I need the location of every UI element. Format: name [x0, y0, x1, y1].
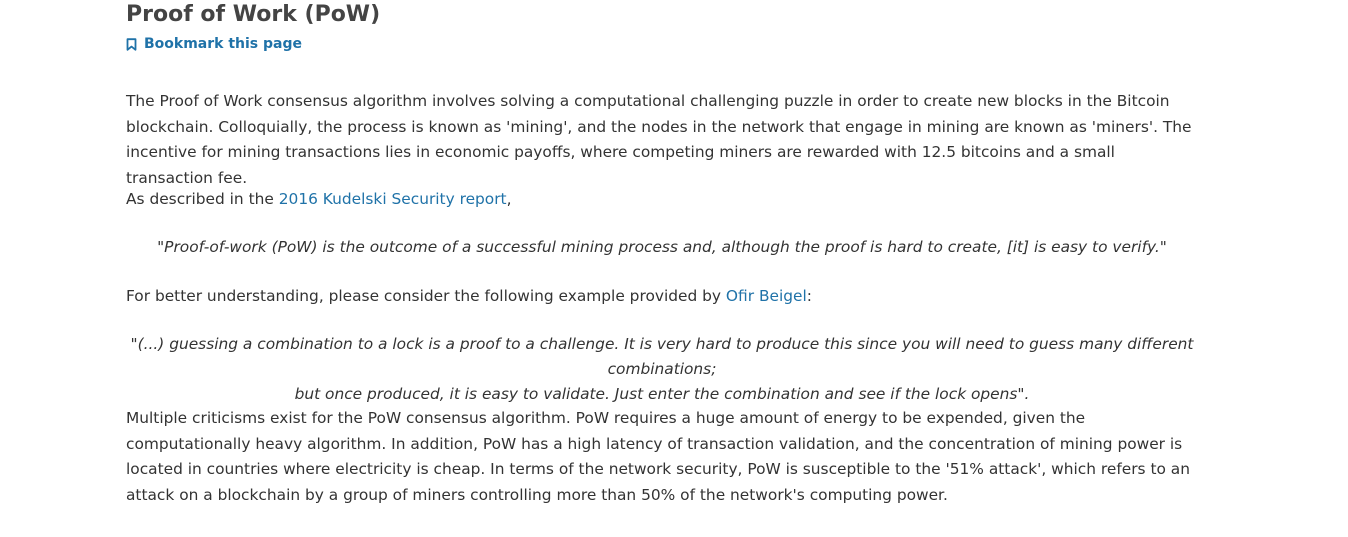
quote-beigel-line2: but once produced, it is easy to validat… [294, 385, 1030, 403]
bookmark-icon [126, 37, 137, 51]
paragraph-beigel: For better understanding, please conside… [126, 284, 1198, 310]
paragraph-beigel-after: : [806, 287, 812, 305]
paragraph-kudelski-after: , [506, 190, 512, 208]
bookmark-label: Bookmark this page [144, 36, 302, 52]
quote-kudelski: "Proof-of-work (PoW) is the outcome of a… [157, 238, 1167, 256]
paragraph-beigel-before: For better understanding, please conside… [126, 287, 726, 305]
paragraph-criticisms: Multiple criticisms exist for the PoW co… [126, 409, 1190, 504]
page-title: Proof of Work (PoW) [126, 2, 381, 27]
bookmark-button[interactable]: Bookmark this page [126, 35, 302, 53]
ofir-beigel-link[interactable]: Ofir Beigel [726, 287, 807, 305]
kudelski-report-link[interactable]: 2016 Kudelski Security report [279, 190, 507, 208]
paragraph-intro: The Proof of Work consensus algorithm in… [126, 92, 1192, 187]
paragraph-kudelski-before: As described in the [126, 190, 279, 208]
quote-beigel-line1: "(...) guessing a combination to a lock … [130, 335, 1194, 378]
paragraph-kudelski: As described in the 2016 Kudelski Securi… [126, 187, 1198, 213]
quote-beigel: "(...) guessing a combination to a lock … [126, 332, 1198, 407]
